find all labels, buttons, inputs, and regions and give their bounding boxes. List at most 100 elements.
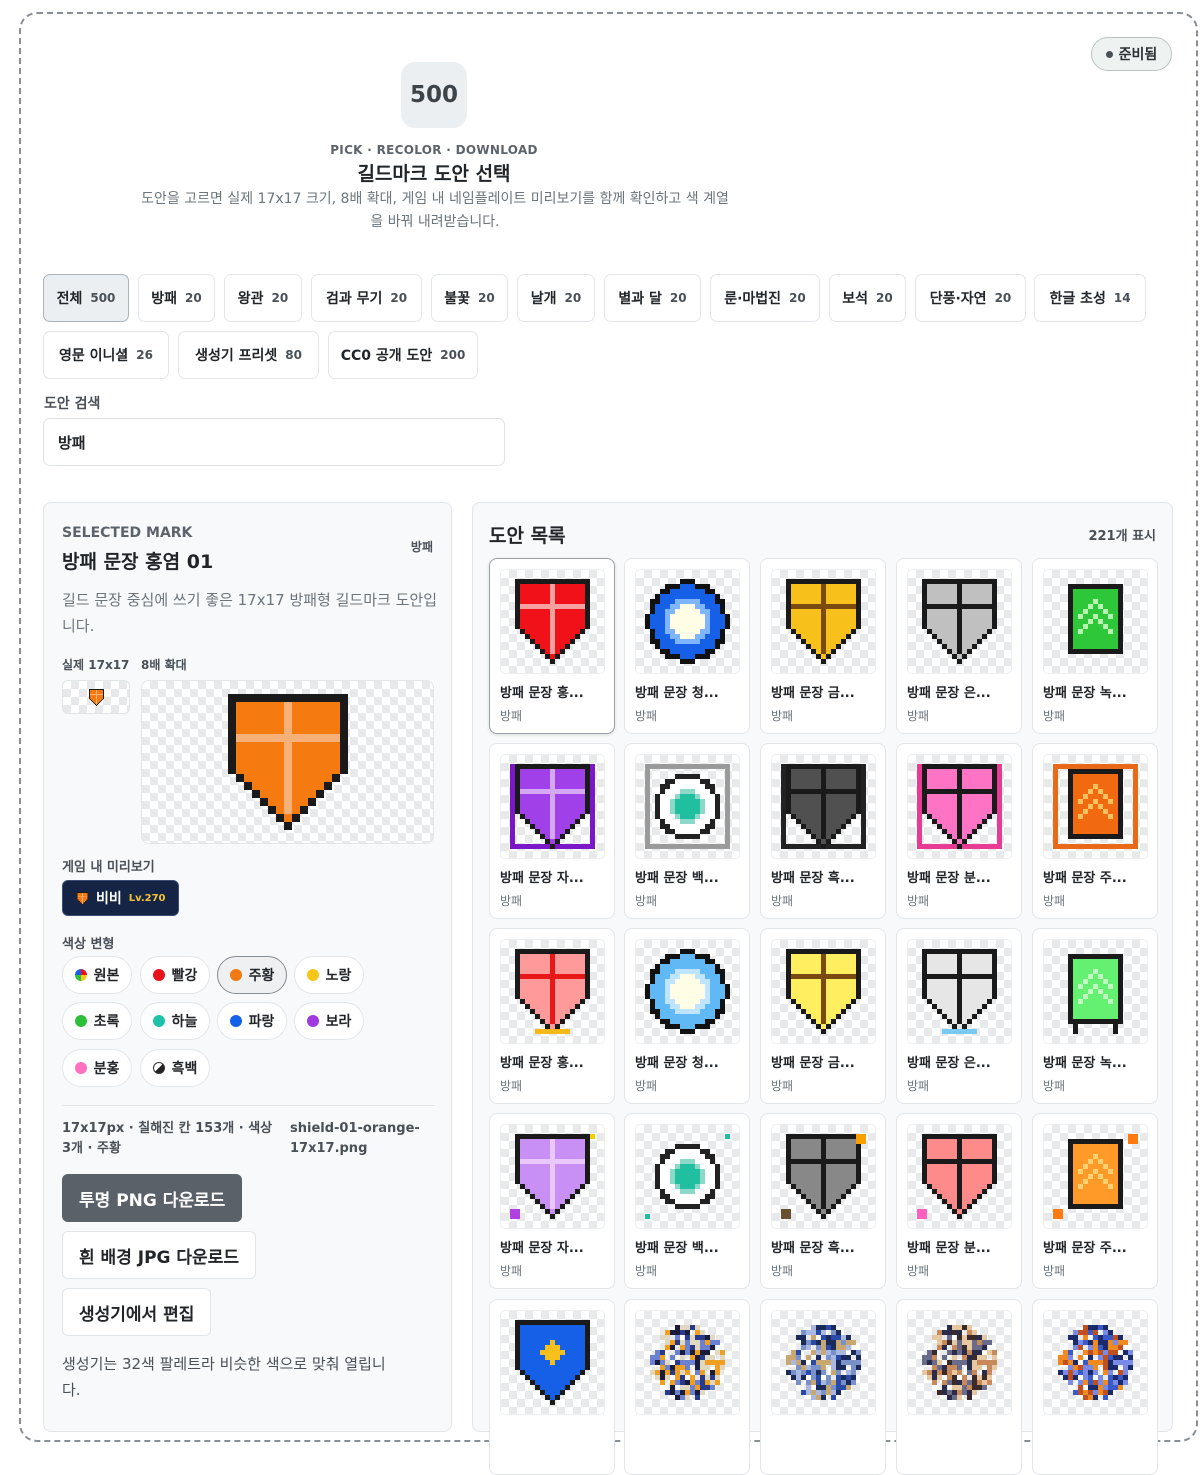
mark-thumbnail xyxy=(907,939,1012,1044)
mark-thumbnail xyxy=(907,1124,1012,1229)
mark-thumbnail xyxy=(907,569,1012,674)
mark-card-category: 방패 xyxy=(635,1079,658,1093)
filter-chip-count: 20 xyxy=(994,291,1012,305)
filter-chip[interactable]: 검과 무기 20 xyxy=(311,274,422,322)
mark-card[interactable]: 방패 문장 흑... 방패 xyxy=(760,1113,886,1289)
mark-card[interactable]: 방패 문장 청... 방패 xyxy=(624,928,750,1104)
mark-card[interactable]: 방패 문장 금... 방패 xyxy=(760,928,886,1104)
mark-card[interactable]: 방패 문장 분... 방패 xyxy=(896,1113,1022,1289)
mark-thumbnail xyxy=(635,569,740,674)
mark-thumbnail xyxy=(771,1310,876,1415)
filter-chip[interactable]: 룬·마법진 20 xyxy=(710,274,820,322)
mark-card[interactable]: 방패 문장 금... 방패 xyxy=(760,558,886,734)
shield-silver-icon xyxy=(922,579,997,664)
mark-card[interactable]: 방패 문장 녹... 방패 xyxy=(1032,928,1158,1104)
mark-card[interactable]: 방패 문장 분... 방패 xyxy=(896,743,1022,919)
filter-chip[interactable]: 왕관 20 xyxy=(224,274,302,322)
color-swatch-button[interactable]: 보라 xyxy=(294,1002,364,1040)
color-dot-icon xyxy=(74,1015,87,1027)
filter-chip[interactable]: 불꽃 20 xyxy=(431,274,508,322)
mark-thumbnail xyxy=(1043,1124,1148,1229)
download-jpg-button[interactable]: 흰 배경 JPG 다운로드 xyxy=(62,1231,256,1279)
filter-chip[interactable]: 전체 500 xyxy=(43,274,129,322)
shield-black-framed-icon xyxy=(781,764,866,849)
mark-card-name: 방패 문장 분... xyxy=(907,1241,991,1256)
color-swatch-button[interactable]: 빨강 xyxy=(140,956,210,994)
filter-chip[interactable]: 영문 이니셜 26 xyxy=(43,331,169,379)
shield-orange-large-icon xyxy=(227,694,348,830)
generator-note: 생성기는 32색 팔레트라 비슷한 색으로 맞춰 열립니다. xyxy=(62,1355,386,1399)
mark-card[interactable]: 방패 문장 주... 방패 xyxy=(1032,1113,1158,1289)
color-swatch-button[interactable]: 흑백 xyxy=(140,1049,210,1087)
mark-card[interactable]: 방패 문장 녹... 방패 xyxy=(1032,558,1158,734)
mark-card[interactable]: 방패 문장 청... 방패 xyxy=(624,558,750,734)
mark-card[interactable] xyxy=(624,1299,750,1475)
selected-description: 길드 문장 중심에 쓰기 좋은 17x17 방패형 길드마크 도안입니다. xyxy=(62,591,437,635)
mark-thumbnail xyxy=(635,754,740,859)
mark-card[interactable]: 방패 문장 자... 방패 xyxy=(489,1113,615,1289)
divider xyxy=(62,1105,435,1106)
mark-card[interactable]: 방패 문장 백... 방패 xyxy=(624,1113,750,1289)
actual-size-label: 실제 17x17 xyxy=(62,658,130,672)
shield-pink-framed-icon xyxy=(917,764,1002,849)
filter-chip-label: 영문 이니셜 xyxy=(59,348,129,364)
mark-card[interactable] xyxy=(760,1299,886,1475)
color-dot-icon xyxy=(306,969,319,981)
color-swatch-button[interactable]: 원본 xyxy=(62,956,132,994)
filter-chip-count: 20 xyxy=(789,291,806,305)
filter-chip-count: 20 xyxy=(185,291,202,305)
banner-green-icon xyxy=(1068,584,1123,654)
mark-thumbnail xyxy=(1043,569,1148,674)
mark-card[interactable]: 방패 문장 백... 방패 xyxy=(624,743,750,919)
list-title: 도안 목록 xyxy=(489,525,566,547)
mark-card[interactable] xyxy=(489,1299,615,1475)
color-swatch-button[interactable]: 파랑 xyxy=(217,1002,287,1040)
color-swatch-label: 흑백 xyxy=(171,1061,198,1077)
filter-chip[interactable]: 별과 달 20 xyxy=(604,274,701,322)
filter-chip[interactable]: 보석 20 xyxy=(829,274,906,322)
mark-card-category: 방패 xyxy=(1043,1264,1066,1278)
color-swatch-button[interactable]: 분홍 xyxy=(62,1049,132,1087)
search-input[interactable] xyxy=(43,418,505,466)
zoom-label: 8배 확대 xyxy=(141,658,187,672)
mark-card[interactable]: 방패 문장 흑... 방패 xyxy=(760,743,886,919)
mark-card[interactable]: 방패 문장 자... 방패 xyxy=(489,743,615,919)
mark-thumbnail xyxy=(771,754,876,859)
mark-thumbnail xyxy=(771,939,876,1044)
filter-chip-label: 단풍·자연 xyxy=(929,291,987,307)
mark-card[interactable]: 방패 문장 은... 방패 xyxy=(896,558,1022,734)
color-swatch-label: 분홍 xyxy=(93,1061,120,1077)
mark-card[interactable] xyxy=(1032,1299,1158,1475)
filter-chip-label: 보석 xyxy=(842,291,869,307)
color-swatch-button[interactable]: 주황 xyxy=(217,956,287,994)
mark-card[interactable]: 방패 문장 홍... 방패 xyxy=(489,928,615,1104)
status-label: 준비됨 xyxy=(1118,47,1158,63)
mark-thumbnail xyxy=(635,939,740,1044)
mark-card[interactable]: 방패 문장 홍... 방패 xyxy=(489,558,615,734)
mark-card-name: 방패 문장 흑... xyxy=(771,1241,855,1256)
color-swatch-button[interactable]: 하늘 xyxy=(140,1002,210,1040)
filter-chip[interactable]: 방패 20 xyxy=(138,274,215,322)
download-png-button[interactable]: 투명 PNG 다운로드 xyxy=(62,1174,243,1222)
filter-chip[interactable]: 단풍·자연 20 xyxy=(915,274,1026,322)
mark-card[interactable] xyxy=(896,1299,1022,1475)
mark-card-name: 방패 문장 은... xyxy=(907,1056,991,1071)
page-description: 도안을 고르면 실제 17x17 크기, 8배 확대, 게임 내 네임플레이트 … xyxy=(141,191,729,230)
shield-yellow-icon xyxy=(786,949,861,1034)
color-swatch-label: 원본 xyxy=(93,968,120,984)
color-swatch-label: 노랑 xyxy=(325,968,352,984)
color-swatch-button[interactable]: 초록 xyxy=(62,1002,132,1040)
filter-chip[interactable]: 한글 초성 14 xyxy=(1034,274,1146,322)
mark-card[interactable]: 방패 문장 주... 방패 xyxy=(1032,743,1158,919)
filter-chip[interactable]: 날개 20 xyxy=(517,274,595,322)
edit-in-generator-button[interactable]: 생성기에서 편집 xyxy=(62,1288,212,1336)
filter-chip[interactable]: 생성기 프리셋 80 xyxy=(178,331,319,379)
nameplate-shield-icon xyxy=(76,891,89,905)
mark-card-category: 방패 xyxy=(771,1079,794,1093)
filter-chip-count: 20 xyxy=(271,291,289,305)
filter-chip[interactable]: CC0 공개 도안 200 xyxy=(328,331,478,379)
color-swatch-label: 빨강 xyxy=(171,968,198,984)
color-swatch-button[interactable]: 노랑 xyxy=(294,956,364,994)
shield-lavender-icon xyxy=(510,1134,595,1219)
mark-card[interactable]: 방패 문장 은... 방패 xyxy=(896,928,1022,1104)
